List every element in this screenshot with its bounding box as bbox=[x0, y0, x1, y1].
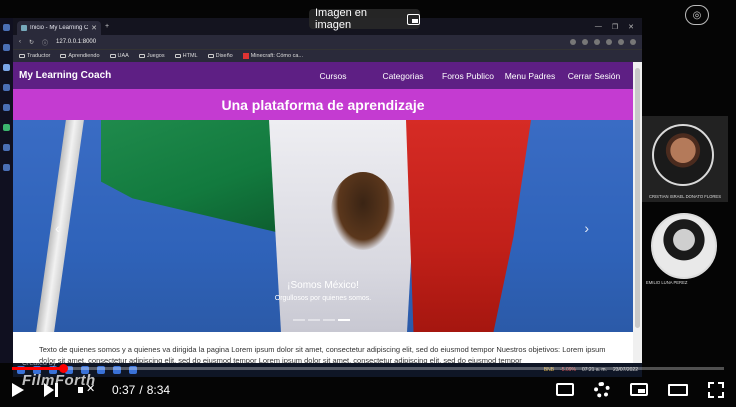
video-player[interactable]: Imagen en imagen ◎ Inicio - My Learning … bbox=[0, 0, 736, 407]
bookmark-item[interactable]: UAA bbox=[109, 53, 129, 59]
picture-in-picture-icon bbox=[406, 13, 420, 25]
webcam-face-1 bbox=[652, 124, 714, 186]
webcam-name-1: CRISTIAN ISRAEL DONATO FLORES bbox=[648, 194, 722, 199]
about-text: Texto de quienes somos y a quienes va di… bbox=[39, 345, 606, 363]
bookmarks-bar: Traductor Aprendiendo UAA Juegos HTML Di… bbox=[13, 49, 642, 62]
webcam-panel-1: CRISTIAN ISRAEL DONATO FLORES bbox=[642, 116, 728, 202]
bookmark-item[interactable]: Minecraft: Cómo ca... bbox=[242, 53, 303, 59]
tagline-banner: Una plataforma de aprendizaje bbox=[13, 89, 633, 120]
webcam-face-2 bbox=[651, 213, 717, 279]
nav-categorias[interactable]: Categorias bbox=[369, 71, 437, 81]
extension-icon[interactable] bbox=[570, 39, 576, 45]
close-window-icon[interactable]: ✕ bbox=[628, 23, 634, 31]
app-icon[interactable] bbox=[3, 44, 10, 51]
player-controls: 0:37/8:34 bbox=[0, 372, 736, 407]
carousel-indicator[interactable] bbox=[323, 319, 335, 321]
app-icon[interactable] bbox=[3, 24, 10, 31]
extension-icon[interactable] bbox=[594, 39, 600, 45]
favicon-icon bbox=[21, 25, 27, 31]
folder-icon bbox=[174, 54, 181, 58]
carousel-indicators bbox=[293, 319, 350, 321]
site-brand[interactable]: My Learning Coach bbox=[19, 70, 111, 81]
nav-links: Cursos Categorias Foros Publico Menu Pad… bbox=[297, 71, 627, 81]
nav-menu-padres[interactable]: Menu Padres bbox=[499, 71, 561, 81]
extension-icon[interactable] bbox=[606, 39, 612, 45]
folder-icon bbox=[109, 54, 116, 58]
bookmark-item[interactable]: Aprendiendo bbox=[60, 53, 100, 59]
address-bar: ‹ ↻ ⓘ 127.0.0.1:8000 bbox=[13, 35, 642, 49]
folder-icon bbox=[138, 54, 145, 58]
app-icon[interactable] bbox=[3, 124, 10, 131]
progress-bar[interactable] bbox=[12, 364, 724, 373]
nav-foros-publico[interactable]: Foros Publico bbox=[437, 71, 499, 81]
minimize-icon[interactable]: — bbox=[595, 23, 602, 31]
current-time: 0:37 bbox=[112, 382, 136, 397]
app-icon[interactable] bbox=[3, 84, 10, 91]
minecraft-favicon-icon bbox=[242, 53, 249, 59]
watermark-caption: Created by bbox=[22, 360, 57, 367]
tab-title: Inicio - My Learning Coach bbox=[30, 25, 89, 31]
app-icon[interactable] bbox=[3, 104, 10, 111]
browser-window: Inicio - My Learning Coach ✕ + — ❐ ✕ ‹ ↻… bbox=[13, 18, 642, 363]
app-icon[interactable] bbox=[3, 64, 10, 71]
info-icon[interactable]: ⓘ bbox=[42, 38, 48, 47]
page-scrollbar[interactable] bbox=[633, 62, 642, 363]
nav-cursos[interactable]: Cursos bbox=[297, 71, 369, 81]
channel-watermark-icon[interactable]: ◎ bbox=[685, 5, 709, 25]
picture-in-picture-button[interactable]: Imagen en imagen bbox=[309, 7, 420, 31]
carousel-indicator[interactable] bbox=[338, 319, 350, 321]
duration: 8:34 bbox=[146, 382, 171, 397]
carousel-caption: ¡Somos México! Orgullosos por quienes so… bbox=[13, 280, 633, 302]
bookmark-item[interactable]: Traductor bbox=[19, 53, 50, 59]
carousel-next-icon[interactable]: › bbox=[584, 220, 589, 236]
extension-icon[interactable] bbox=[582, 39, 588, 45]
browser-tab[interactable]: Inicio - My Learning Coach ✕ bbox=[17, 21, 101, 35]
extension-icon[interactable] bbox=[618, 39, 624, 45]
right-controls bbox=[556, 381, 724, 398]
carousel-indicator[interactable] bbox=[308, 319, 320, 321]
pip-label: Imagen en imagen bbox=[315, 7, 367, 31]
folder-icon bbox=[19, 54, 25, 58]
progress-played bbox=[12, 367, 63, 370]
settings-gear-icon[interactable] bbox=[594, 381, 610, 398]
folder-icon bbox=[60, 54, 67, 58]
web-page: My Learning Coach Cursos Categorias Foro… bbox=[13, 62, 633, 363]
caption-subtitle: Orgullosos por quienes somos. bbox=[274, 295, 372, 302]
app-icon[interactable] bbox=[3, 164, 10, 171]
back-icon[interactable]: ‹ bbox=[19, 39, 21, 45]
window-controls: — ❐ ✕ bbox=[595, 23, 642, 31]
filmforth-watermark: FilmForth bbox=[22, 372, 96, 389]
fullscreen-icon[interactable] bbox=[708, 381, 724, 398]
miniplayer-icon[interactable] bbox=[630, 383, 648, 396]
nav-cerrar-sesion[interactable]: Cerrar Sesión bbox=[561, 71, 627, 81]
close-tab-icon[interactable]: ✕ bbox=[91, 24, 97, 32]
scrollbar-thumb[interactable] bbox=[635, 68, 640, 328]
theater-mode-icon[interactable] bbox=[668, 383, 688, 396]
extension-icon[interactable] bbox=[630, 39, 636, 45]
bookmark-item[interactable]: HTML bbox=[174, 53, 198, 59]
folder-icon bbox=[207, 54, 214, 58]
coat-of-arms bbox=[331, 172, 395, 250]
carousel-prev-icon[interactable]: ‹ bbox=[55, 220, 60, 236]
bookmark-item[interactable]: Juegos bbox=[138, 53, 165, 59]
reload-icon[interactable]: ↻ bbox=[29, 39, 34, 46]
caption-title: ¡Somos México! bbox=[287, 280, 359, 291]
maximize-icon[interactable]: ❐ bbox=[612, 23, 618, 31]
windows-side-rail bbox=[0, 18, 13, 363]
hero-carousel[interactable]: ‹ › ¡Somos México! Orgullosos por quiene… bbox=[13, 120, 633, 332]
bookmark-item[interactable]: Diseño bbox=[207, 53, 233, 59]
subtitles-icon[interactable] bbox=[556, 383, 574, 396]
carousel-indicator[interactable] bbox=[293, 319, 305, 321]
url-input[interactable]: 127.0.0.1:8000 bbox=[56, 39, 96, 45]
app-icon[interactable] bbox=[3, 144, 10, 151]
new-tab-icon[interactable]: + bbox=[105, 23, 109, 30]
extension-icons bbox=[570, 39, 636, 45]
time-display: 0:37/8:34 bbox=[112, 382, 171, 397]
site-navbar: My Learning Coach Cursos Categorias Foro… bbox=[13, 62, 633, 89]
webcam-name-2: EMILIO LUNA PEREZ bbox=[646, 280, 688, 285]
